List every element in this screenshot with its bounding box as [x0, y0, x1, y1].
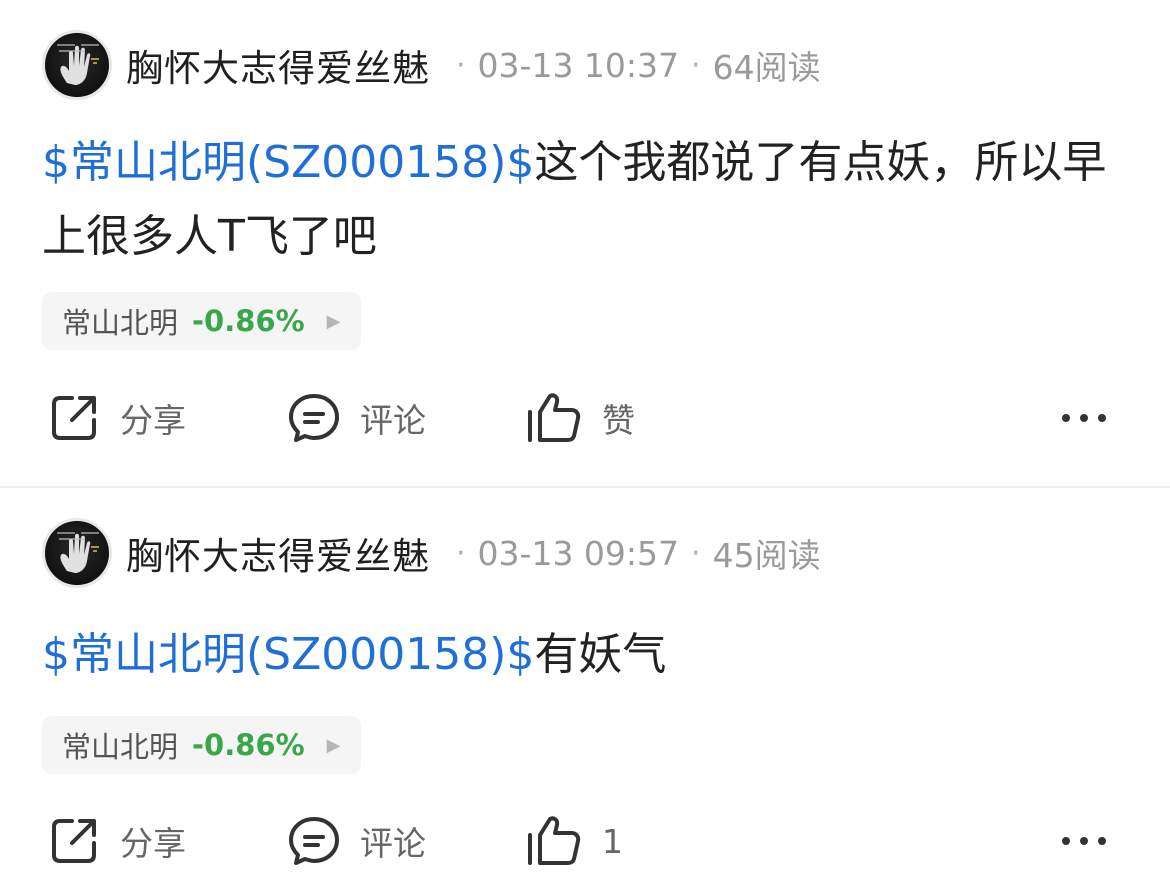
comment-label: 评论 — [360, 401, 426, 440]
separator-dot: · — [691, 47, 701, 83]
read-count: 64阅读 — [712, 48, 821, 87]
post-meta: · 03-13 09:57 · 45阅读 — [444, 529, 821, 577]
more-button[interactable] — [1060, 806, 1108, 876]
play-triangle-icon: ▶ — [326, 734, 341, 756]
comment-icon — [289, 817, 339, 865]
post-content[interactable]: $常山北明(SZ000158)$有妖气 — [42, 618, 1122, 692]
play-triangle-icon: ▶ — [326, 310, 341, 332]
stock-chip-name: 常山北明 — [62, 306, 179, 340]
thumbs-up-icon — [528, 816, 581, 865]
like-button[interactable]: 赞 — [524, 383, 635, 453]
comment-label: 评论 — [360, 824, 426, 863]
separator-dot: · — [691, 535, 701, 571]
hand-icon — [57, 44, 99, 85]
like-label: 赞 — [602, 401, 635, 440]
share-button[interactable]: 分享 — [46, 383, 186, 453]
more-dots-icon — [1062, 837, 1106, 845]
avatar[interactable] — [42, 518, 112, 588]
post-meta: · 03-13 10:37 · 64阅读 — [444, 41, 821, 89]
separator-dot: · — [456, 535, 466, 571]
comment-button[interactable]: 评论 — [286, 383, 426, 453]
stock-chip[interactable]: 常山北明 -0.86% ▶ — [42, 292, 361, 350]
share-label: 分享 — [120, 824, 186, 863]
like-count: 1 — [602, 821, 623, 861]
stock-chip-name: 常山北明 — [62, 730, 179, 764]
post-header: 胸怀大志得爱丝魅 · 03-13 09:57 · 45阅读 — [42, 518, 821, 588]
post-text: 有妖气 — [534, 629, 667, 680]
separator-dot: · — [456, 47, 466, 83]
post-date: 03-13 09:57 — [477, 533, 680, 573]
post-header: 胸怀大志得爱丝魅 · 03-13 10:37 · 64阅读 — [42, 30, 821, 100]
stock-chip[interactable]: 常山北明 -0.86% ▶ — [42, 716, 361, 774]
hand-icon — [57, 532, 99, 573]
author-name[interactable]: 胸怀大志得爱丝魅 — [126, 38, 430, 92]
comment-button[interactable]: 评论 — [286, 806, 426, 876]
share-icon — [52, 819, 96, 863]
post-feed: 胸怀大志得爱丝魅 · 03-13 10:37 · 64阅读 $常山北明(SZ00… — [0, 0, 1170, 892]
share-icon — [52, 396, 96, 440]
avatar[interactable] — [42, 30, 112, 100]
stock-chip-change: -0.86% — [192, 304, 305, 338]
stock-link[interactable]: $常山北明(SZ000158)$ — [42, 629, 534, 680]
action-bar: 分享 评论 赞 — [0, 383, 1170, 453]
post-date: 03-13 10:37 — [477, 45, 680, 85]
share-label: 分享 — [120, 401, 186, 440]
stock-link[interactable]: $常山北明(SZ000158)$ — [42, 137, 534, 188]
comment-icon — [289, 394, 339, 442]
like-button[interactable]: 1 — [524, 806, 623, 876]
stock-chip-change: -0.86% — [192, 728, 305, 762]
read-count: 45阅读 — [712, 536, 821, 575]
author-name[interactable]: 胸怀大志得爱丝魅 — [126, 526, 430, 580]
more-button[interactable] — [1060, 383, 1108, 453]
thumbs-up-icon — [528, 393, 581, 442]
more-dots-icon — [1062, 414, 1106, 422]
post-card[interactable]: 胸怀大志得爱丝魅 · 03-13 10:37 · 64阅读 $常山北明(SZ00… — [0, 0, 1170, 486]
action-bar: 分享 评论 1 — [0, 806, 1170, 876]
share-button[interactable]: 分享 — [46, 806, 186, 876]
post-content[interactable]: $常山北明(SZ000158)$这个我都说了有点妖，所以早上很多人T飞了吧 — [42, 126, 1122, 274]
post-card[interactable]: 胸怀大志得爱丝魅 · 03-13 09:57 · 45阅读 $常山北明(SZ00… — [0, 488, 1170, 892]
